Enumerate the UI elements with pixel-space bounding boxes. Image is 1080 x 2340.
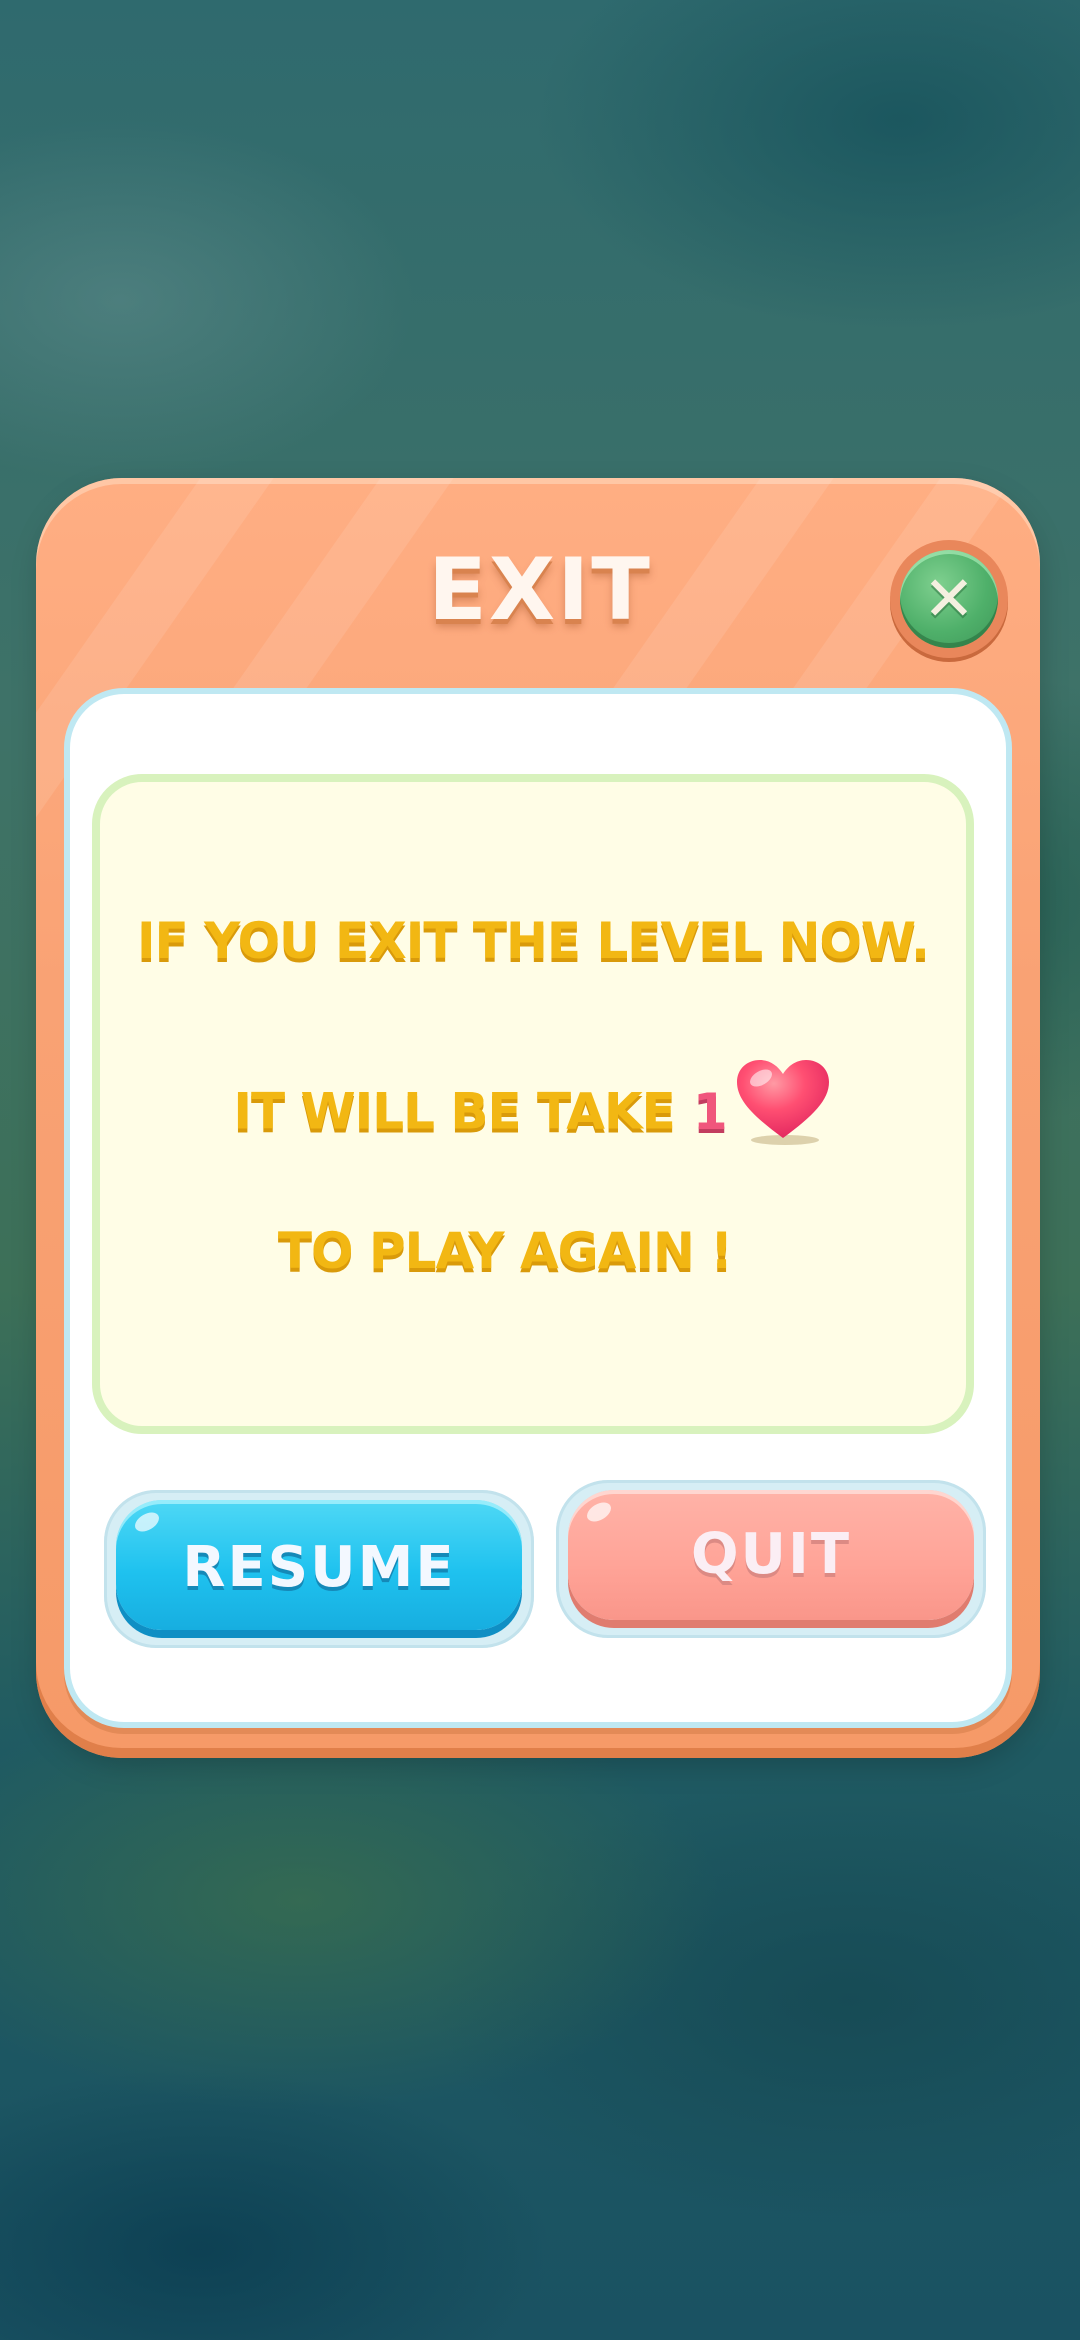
quit-button-label: QUIT xyxy=(690,1522,852,1587)
close-button[interactable]: ✕ xyxy=(890,540,1008,658)
message-line-2-text: IT WILL BE TAKE xyxy=(233,1082,675,1141)
resume-button-label: RESUME xyxy=(182,1535,456,1600)
quit-button[interactable]: QUIT xyxy=(568,1490,974,1620)
close-button-face[interactable]: ✕ xyxy=(900,550,998,648)
close-x-icon: ✕ xyxy=(923,562,975,635)
life-cost-count: 1 xyxy=(692,1082,728,1141)
message-line-1: IF YOU EXIT THE LEVEL NOW. xyxy=(137,912,930,970)
message-line-3: TO PLAY AGAIN ! xyxy=(277,1222,733,1280)
resume-button[interactable]: RESUME xyxy=(116,1500,522,1630)
heart-icon xyxy=(733,1058,833,1158)
message-line-2: IT WILL BE TAKE 1 xyxy=(92,1060,974,1158)
